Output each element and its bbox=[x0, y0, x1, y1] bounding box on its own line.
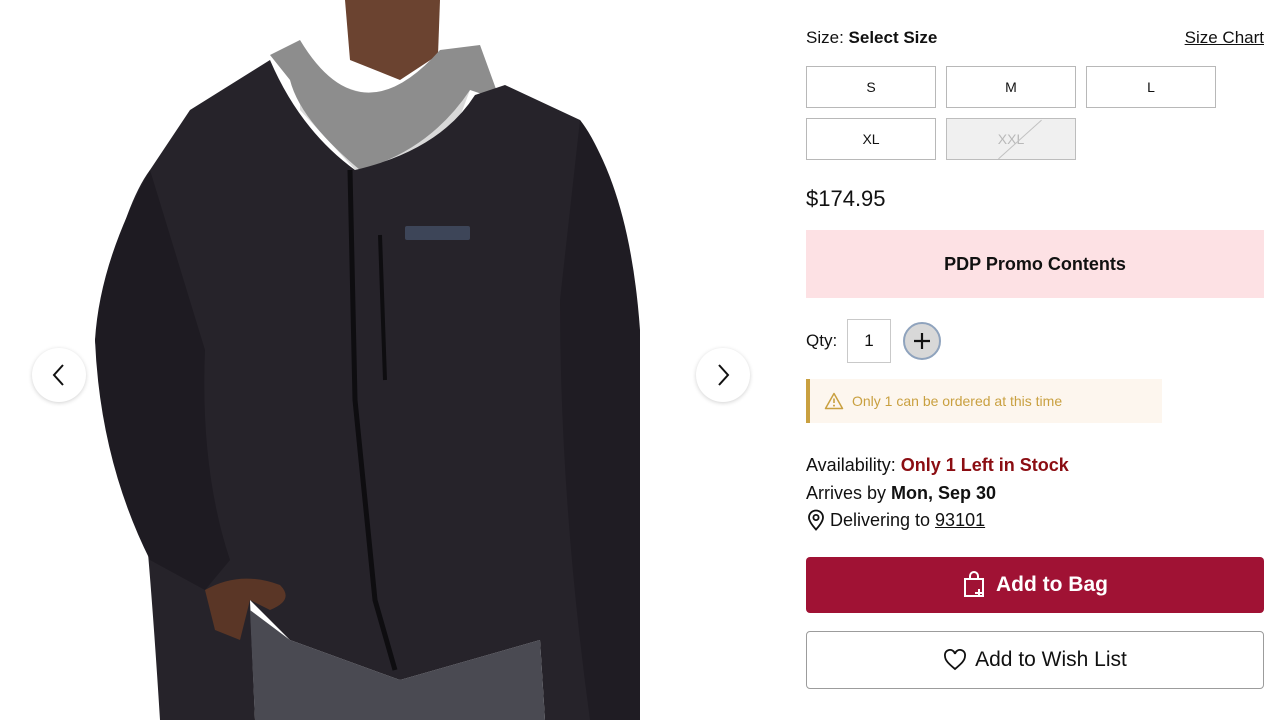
size-option-xxl: XXL bbox=[946, 118, 1076, 160]
arrival-date: Mon, Sep 30 bbox=[891, 483, 997, 503]
add-to-wish-list-label: Add to Wish List bbox=[975, 648, 1127, 671]
delivery-label: Delivering to bbox=[830, 509, 931, 530]
product-image bbox=[95, 0, 640, 720]
shopping-bag-icon bbox=[962, 571, 986, 599]
add-to-bag-label: Add to Bag bbox=[996, 573, 1108, 596]
quantity-input[interactable] bbox=[847, 319, 891, 363]
product-price: $174.95 bbox=[806, 186, 886, 211]
quantity-increment-button[interactable] bbox=[903, 322, 941, 360]
alert-text: Only 1 can be ordered at this time bbox=[852, 393, 1063, 409]
product-image-gallery bbox=[0, 0, 780, 720]
size-option-xl[interactable]: XL bbox=[806, 118, 936, 160]
product-details-panel: Size: Select Size Size Chart S M L XL XX… bbox=[806, 0, 1264, 720]
previous-image-button[interactable] bbox=[32, 348, 86, 402]
stock-status: Only 1 Left in Stock bbox=[900, 455, 1069, 475]
warning-icon bbox=[824, 392, 844, 410]
size-option-s[interactable]: S bbox=[806, 66, 936, 108]
selected-size-text: Select Size bbox=[848, 28, 938, 47]
promo-banner: PDP Promo Contents bbox=[806, 230, 1264, 298]
add-to-bag-button[interactable]: Add to Bag bbox=[806, 557, 1264, 613]
quantity-label: Qty: bbox=[806, 331, 838, 350]
availability-label: Availability: bbox=[806, 455, 896, 475]
chevron-left-icon bbox=[52, 364, 64, 386]
size-chart-link[interactable]: Size Chart bbox=[1185, 28, 1264, 48]
size-option-l[interactable]: L bbox=[1086, 66, 1216, 108]
arrival-estimate: Arrives by Mon, Sep 30 bbox=[806, 483, 996, 504]
add-to-wish-list-button[interactable]: Add to Wish List bbox=[806, 631, 1264, 689]
next-image-button[interactable] bbox=[696, 348, 750, 402]
delivery-zip-link[interactable]: 93101 bbox=[935, 510, 985, 531]
quantity-limit-alert: Only 1 can be ordered at this time bbox=[806, 379, 1162, 423]
size-label-text: Size: bbox=[806, 28, 844, 47]
location-pin-icon bbox=[806, 509, 826, 531]
heart-icon bbox=[943, 649, 967, 671]
plus-icon bbox=[914, 333, 930, 349]
size-option-m[interactable]: M bbox=[946, 66, 1076, 108]
size-label: Size: Select Size bbox=[806, 28, 937, 48]
delivery-location: Delivering to 93101 bbox=[806, 509, 985, 531]
chevron-right-icon bbox=[718, 364, 730, 386]
arrival-label: Arrives by bbox=[806, 483, 887, 503]
size-header: Size: Select Size Size Chart bbox=[806, 28, 1264, 52]
availability: Availability: Only 1 Left in Stock bbox=[806, 455, 1069, 476]
